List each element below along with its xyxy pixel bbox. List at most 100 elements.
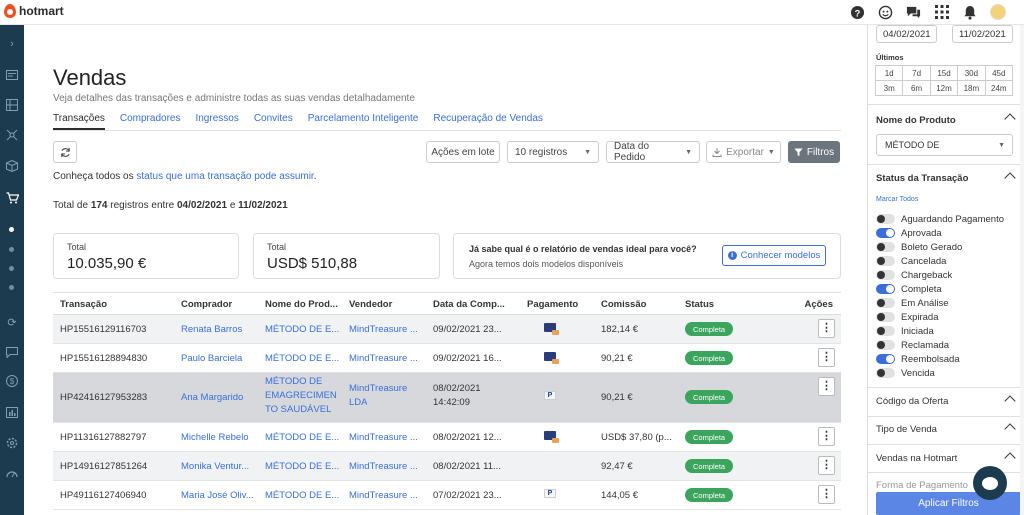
status-section-title[interactable]: Status da Transação: [876, 173, 968, 184]
col-produto[interactable]: Nome do Prod...: [265, 299, 338, 310]
sync-icon[interactable]: ⟳: [4, 314, 20, 330]
know-models-button[interactable]: i Conhecer modelos: [722, 245, 826, 266]
subnav-dot[interactable]: [9, 247, 14, 252]
subnav-dot[interactable]: [9, 285, 14, 290]
product-link-line[interactable]: EMAGRECIMEN: [265, 390, 337, 401]
panel-scrollbar[interactable]: [1020, 25, 1024, 515]
money-icon[interactable]: $: [4, 373, 20, 389]
refresh-button[interactable]: [53, 141, 77, 163]
status-toggle-row[interactable]: Iniciada: [876, 324, 934, 338]
dashboard-icon[interactable]: [4, 67, 20, 83]
product-link-line[interactable]: MÉTODO DE: [265, 376, 322, 387]
help-icon[interactable]: ?: [850, 5, 865, 20]
network-icon[interactable]: [4, 127, 20, 143]
subnav-dot[interactable]: [9, 266, 14, 271]
range-7d[interactable]: 7d: [902, 65, 931, 81]
smiley-icon[interactable]: [878, 5, 893, 20]
col-data[interactable]: Data da Comp...: [433, 299, 505, 310]
buyer-link[interactable]: Paulo Barciela: [181, 353, 259, 364]
toggle-switch[interactable]: [876, 228, 895, 238]
product-link-line[interactable]: TO SAUDÁVEL: [265, 404, 331, 415]
table-row[interactable]: HP15516129116703 Renata Barros MÉTODO DE…: [53, 315, 841, 344]
row-actions-button[interactable]: ⋮: [818, 348, 835, 367]
row-actions-button[interactable]: ⋮: [818, 377, 835, 396]
toggle-switch[interactable]: [876, 312, 895, 322]
start-date-input[interactable]: 04/02/2021: [876, 25, 937, 43]
tab-compradores[interactable]: Compradores: [120, 113, 181, 130]
product-link[interactable]: MÉTODO DE E...: [265, 432, 343, 443]
records-select[interactable]: 10 registros ▼: [507, 141, 599, 163]
col-transacao[interactable]: Transação: [60, 299, 107, 310]
tab-recuperacao[interactable]: Recuperação de Vendas: [433, 113, 543, 130]
buyer-link[interactable]: Michelle Rebelo: [181, 432, 259, 443]
seller-link-line[interactable]: LDA: [349, 397, 367, 408]
export-button[interactable]: Exportar ▼: [706, 141, 781, 163]
row-actions-button[interactable]: ⋮: [818, 319, 835, 338]
filters-button[interactable]: Filtros: [788, 141, 840, 163]
products-icon[interactable]: [4, 97, 20, 113]
subnav-dot-vendas[interactable]: [9, 227, 14, 232]
seller-link[interactable]: MindTreasure ...: [349, 324, 427, 335]
toggle-switch[interactable]: [876, 284, 895, 294]
tab-ingressos[interactable]: Ingressos: [195, 113, 238, 130]
status-toggle-row[interactable]: Cancelada: [876, 254, 946, 268]
mark-all-link[interactable]: Marcar Todos: [876, 196, 918, 203]
toggle-switch[interactable]: [876, 256, 895, 266]
bell-icon[interactable]: [962, 5, 977, 20]
date-type-select[interactable]: Data do Pedido ▼: [606, 141, 700, 163]
table-row[interactable]: HP14916127851264 Monika Ventur... MÉTODO…: [53, 452, 841, 481]
toggle-switch[interactable]: [876, 242, 895, 252]
toggle-switch[interactable]: [876, 270, 895, 280]
chevron-up-icon[interactable]: [1004, 423, 1016, 435]
offer-code-section[interactable]: Código da Oferta: [876, 396, 948, 407]
range-15d[interactable]: 15d: [929, 65, 959, 81]
hotmart-sales-section[interactable]: Vendas na Hotmart: [876, 453, 957, 464]
toggle-switch[interactable]: [876, 326, 895, 336]
apps-grid-icon[interactable]: [934, 5, 949, 20]
buyer-link[interactable]: Monika Ventur...: [181, 461, 259, 472]
col-vendedor[interactable]: Vendedor: [349, 299, 392, 310]
col-comissao[interactable]: Comissão: [601, 299, 646, 310]
table-row[interactable]: HP11316127882797 Michelle Rebelo MÉTODO …: [53, 423, 841, 452]
status-toggle-row[interactable]: Chargeback: [876, 268, 952, 282]
range-18m[interactable]: 18m: [957, 80, 986, 96]
support-chat-button[interactable]: [973, 466, 1007, 500]
range-3m[interactable]: 3m: [875, 80, 904, 96]
buyer-link[interactable]: Ana Margarido: [181, 392, 259, 403]
tab-transacoes[interactable]: Transações: [53, 113, 105, 130]
buyer-link[interactable]: Renata Barros: [181, 324, 259, 335]
reports-icon[interactable]: [4, 404, 20, 420]
status-info-link[interactable]: status que uma transação pode assumir: [136, 171, 313, 182]
hotmart-logo[interactable]: hotmart: [4, 4, 64, 18]
speed-icon[interactable]: [4, 465, 20, 481]
messages-icon[interactable]: [4, 344, 20, 360]
row-actions-button[interactable]: ⋮: [818, 427, 835, 446]
range-45d[interactable]: 45d: [984, 65, 1013, 81]
end-date-input[interactable]: 11/02/2021: [952, 25, 1013, 43]
status-toggle-row[interactable]: Vencida: [876, 366, 935, 380]
toggle-switch[interactable]: [876, 340, 895, 350]
col-pagamento[interactable]: Pagamento: [527, 299, 578, 310]
payment-method-section[interactable]: Forma de Pagamento: [876, 480, 968, 491]
status-toggle-row[interactable]: Completa: [876, 282, 942, 296]
status-toggle-row[interactable]: Aguardando Pagamento: [876, 212, 1004, 226]
status-toggle-row[interactable]: Boleto Gerado: [876, 240, 962, 254]
tab-convites[interactable]: Convites: [254, 113, 293, 130]
status-toggle-row[interactable]: Expirada: [876, 310, 939, 324]
toggle-switch[interactable]: [876, 214, 895, 224]
chevron-up-icon[interactable]: [1004, 395, 1016, 407]
status-toggle-row[interactable]: Reclamada: [876, 338, 949, 352]
table-row[interactable]: HP42416127953283 Ana Margarido MÉTODO DE…: [53, 373, 841, 423]
chevron-up-icon[interactable]: [1004, 172, 1016, 184]
col-comprador[interactable]: Comprador: [181, 299, 232, 310]
row-actions-button[interactable]: ⋮: [818, 485, 835, 504]
table-row[interactable]: HP49116127406940 Maria José Oliv... MÉTO…: [53, 481, 841, 510]
box-icon[interactable]: [4, 158, 20, 174]
status-toggle-row[interactable]: Aprovada: [876, 226, 942, 240]
range-1d[interactable]: 1d: [875, 65, 904, 81]
seller-link[interactable]: MindTreasure ...: [349, 432, 427, 443]
toggle-switch[interactable]: [876, 354, 895, 364]
seller-link[interactable]: MindTreasure ...: [349, 461, 427, 472]
tab-parcelamento[interactable]: Parcelamento Inteligente: [308, 113, 419, 130]
product-link[interactable]: MÉTODO DE E...: [265, 324, 343, 335]
